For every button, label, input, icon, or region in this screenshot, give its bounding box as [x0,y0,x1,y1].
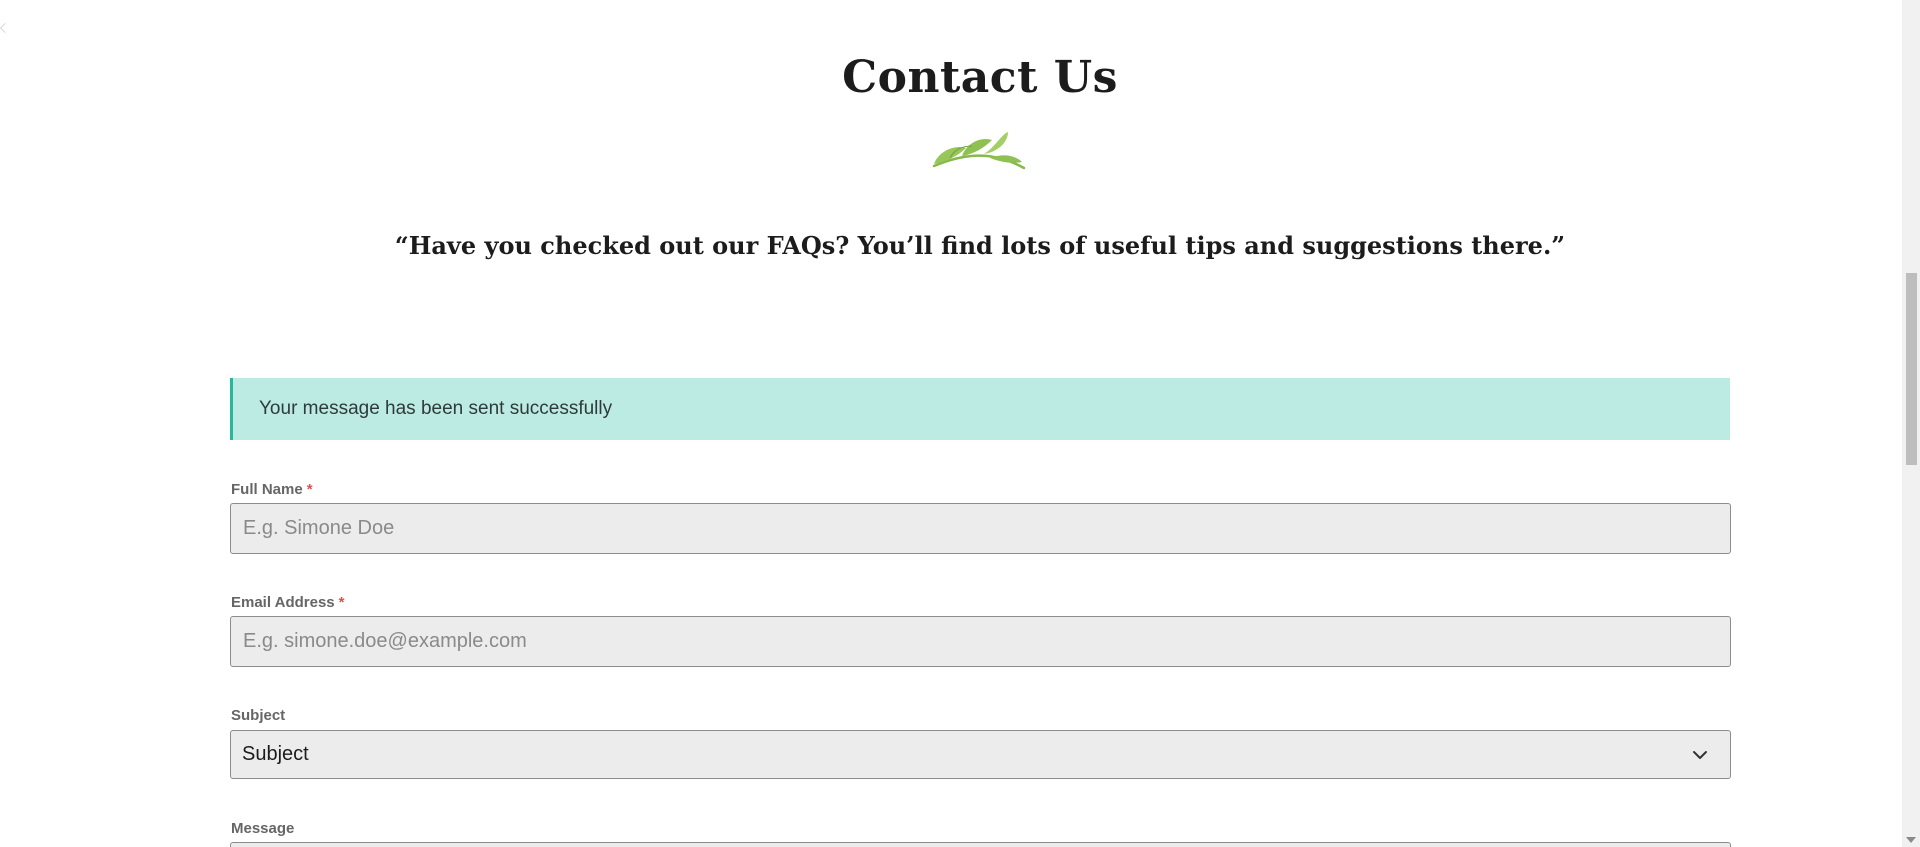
message-label: Message [231,820,294,837]
scroll-down-arrow-icon[interactable] [1906,837,1916,843]
email-label: Email Address * [231,594,345,611]
email-label-text: Email Address [231,594,335,611]
subject-select[interactable]: Subject [230,730,1731,779]
required-marker: * [306,481,313,498]
success-alert: Your message has been sent successfully [230,378,1730,440]
faq-quote: “Have you checked out our FAQs? You’ll f… [394,231,1566,260]
full-name-label: Full Name * [231,481,313,498]
vertical-scrollbar[interactable] [1902,0,1920,847]
message-textarea[interactable] [230,842,1731,847]
scrollbar-thumb[interactable] [1906,273,1917,465]
required-marker: * [338,594,345,611]
page-title: Contact Us [842,52,1118,103]
message-label-text: Message [231,820,295,837]
subject-label-text: Subject [231,707,286,724]
full-name-label-text: Full Name [231,481,303,498]
email-input[interactable] [230,616,1731,667]
page-content: Contact Us “Have you checked out our FAQ… [0,0,1902,847]
success-alert-text: Your message has been sent successfully [259,398,613,419]
chevron-down-icon [1693,751,1707,759]
full-name-input[interactable] [230,503,1731,554]
subject-selected-value: Subject [242,743,309,765]
contact-page: Contact Us “Have you checked out our FAQ… [0,0,1920,847]
olive-branch-icon [932,132,1026,170]
subject-label: Subject [231,707,285,724]
corner-mark [0,23,10,33]
